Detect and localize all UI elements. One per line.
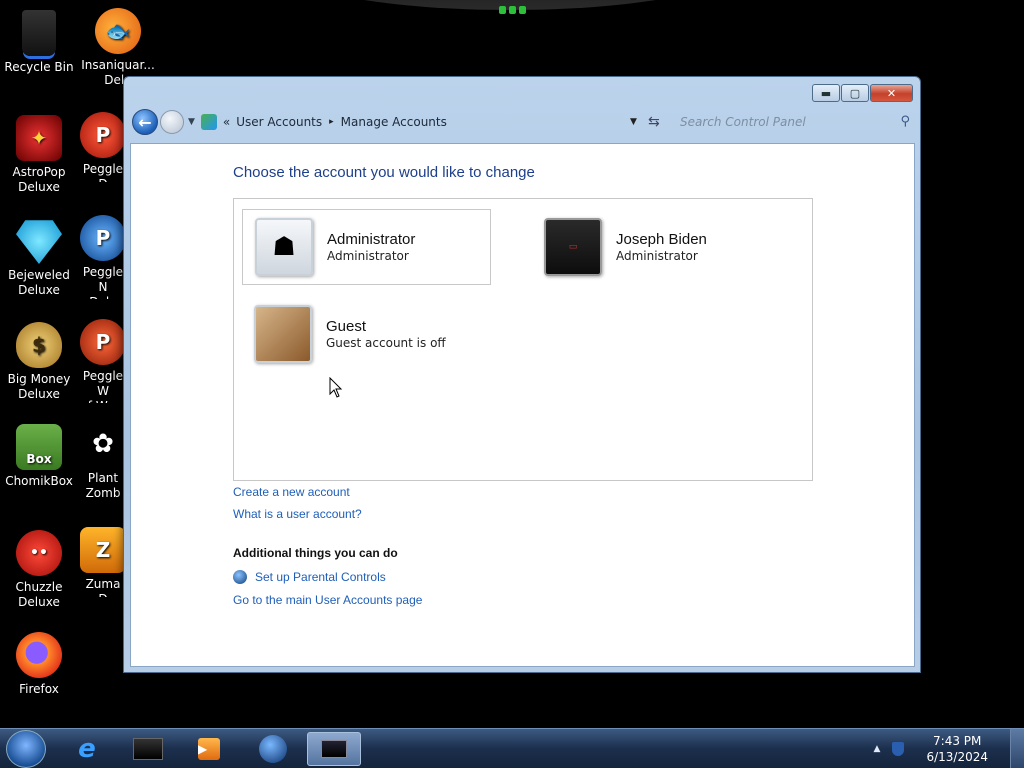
briefcase-avatar-icon xyxy=(254,305,312,363)
address-bar[interactable]: « User Accounts ▸ Manage Accounts xyxy=(200,110,701,134)
diamond-icon xyxy=(16,220,62,264)
breadcrumb-separator-icon[interactable]: ▸ xyxy=(329,117,334,127)
control-panel-icon xyxy=(200,114,217,130)
flower-icon: ✿ xyxy=(92,428,114,459)
parental-controls-link[interactable]: Set up Parental Controls xyxy=(255,570,386,584)
desktop-icon-chuzzle[interactable]: •• Chuzzle Deluxe xyxy=(1,530,77,610)
hamster-icon: Box xyxy=(16,424,62,470)
minimize-button[interactable]: ▬ xyxy=(812,84,840,102)
desktop-icon-label: Big Money Deluxe xyxy=(7,372,71,401)
desktop-icon-label: Recycle Bin xyxy=(4,60,74,74)
window-controls: ▬ ▢ ✕ xyxy=(812,84,913,102)
recent-pages-dropdown[interactable]: ▼ xyxy=(188,117,195,127)
robot-avatar-icon: ☗ xyxy=(255,218,313,276)
desktop-icon-peggle-deluxe[interactable]: P Peggle D xyxy=(80,112,126,182)
desktop-icon-label: Peggle N Delu xyxy=(82,265,124,299)
account-name: Joseph Biden xyxy=(616,231,707,248)
astropop-icon: ✦ xyxy=(16,115,62,161)
security-shield-icon[interactable] xyxy=(892,742,905,756)
chuzzle-icon: •• xyxy=(16,530,62,576)
clock-time: 7:43 PM xyxy=(933,734,982,748)
account-tile-guest[interactable]: Guest Guest account is off xyxy=(242,296,491,372)
forward-button[interactable] xyxy=(160,110,184,134)
peggle-world-icon: P xyxy=(80,319,126,365)
refresh-icon[interactable]: ⇆ xyxy=(648,114,660,130)
desktop-icon-peggle-world[interactable]: P Peggle W of Warc xyxy=(80,319,126,403)
mouse-cursor-icon xyxy=(329,377,343,398)
desktop-icon-label: Peggle W of Warc xyxy=(80,369,125,403)
main-user-accounts-link[interactable]: Go to the main User Accounts page xyxy=(233,593,422,607)
breadcrumb-manage-accounts[interactable]: Manage Accounts xyxy=(341,115,447,129)
desktop-icon-big-money[interactable]: $ Big Money Deluxe xyxy=(1,322,77,402)
account-name: Administrator xyxy=(327,231,416,248)
desktop-icon-chomikbox[interactable]: Box ChomikBox xyxy=(1,424,77,489)
globe-app-icon[interactable] xyxy=(246,732,300,766)
page-title: Choose the account you would like to cha… xyxy=(233,164,535,181)
desktop-icon-label: Zuma D xyxy=(85,577,121,597)
close-button[interactable]: ✕ xyxy=(870,84,913,102)
desktop-icon-label: ChomikBox xyxy=(5,474,73,488)
clock-date: 6/13/2024 xyxy=(926,750,988,764)
desktop-icon-label: Chuzzle Deluxe xyxy=(15,580,63,609)
account-role: Administrator xyxy=(616,249,698,263)
account-role: Guest account is off xyxy=(326,336,446,350)
account-role: Administrator xyxy=(327,249,409,263)
system-tray: ▲ 7:43 PM 6/13/2024 xyxy=(874,729,1024,768)
account-tile-joseph-biden[interactable]: ▭ Joseph Biden Administrator xyxy=(532,209,781,285)
search-input[interactable]: Search Control Panel xyxy=(680,115,806,129)
top-led-indicator xyxy=(497,6,527,16)
additional-things-heading: Additional things you can do xyxy=(233,546,398,560)
account-name: Guest xyxy=(326,318,367,335)
back-button[interactable]: ← xyxy=(132,109,158,135)
address-dropdown-icon[interactable]: ▼ xyxy=(630,117,637,127)
what-is-user-account-link[interactable]: What is a user account? xyxy=(233,507,362,521)
control-panel-taskbar-button[interactable] xyxy=(307,732,361,766)
money-bag-icon: $ xyxy=(16,322,62,368)
media-player-icon[interactable]: ▶ xyxy=(182,732,236,766)
desktop-icon-zuma-deluxe[interactable]: Z Zuma D xyxy=(80,527,126,597)
desktop-icon-label: Firefox xyxy=(19,682,59,696)
peggle-nights-icon: P xyxy=(80,215,126,261)
breadcrumb-user-accounts[interactable]: User Accounts xyxy=(236,115,322,129)
clock[interactable]: 7:43 PM 6/13/2024 xyxy=(926,733,988,765)
desktop-icon-label: Peggle D xyxy=(82,162,124,182)
navigation-bar: ← ▼ « User Accounts ▸ Manage Accounts ▼ … xyxy=(132,107,912,137)
recycle-bin-icon xyxy=(22,10,56,56)
goldfish-icon: 🐟 xyxy=(95,8,141,54)
accounts-list: ☗ Administrator Administrator ▭ Joseph B… xyxy=(233,198,813,481)
content-pane: Choose the account you would like to cha… xyxy=(130,143,915,667)
desktop-icon-recycle-bin[interactable]: Recycle Bin xyxy=(1,10,77,75)
parental-controls-globe-icon xyxy=(233,570,247,584)
taskbar: e ▶ ▲ 7:43 PM 6/13/2024 xyxy=(0,728,1024,768)
desktop-icon-label: AstroPop Deluxe xyxy=(12,165,66,194)
dark-avatar-icon: ▭ xyxy=(544,218,602,276)
desktop-icon-firefox[interactable]: Firefox xyxy=(1,632,77,697)
search-box[interactable]: Search Control Panel ⚲ xyxy=(672,110,914,134)
desktop-icon-peggle-nights[interactable]: P Peggle N Delu xyxy=(80,215,126,299)
show-hidden-icons-icon[interactable]: ▲ xyxy=(874,744,881,754)
desktop-icon-astropop[interactable]: ✦ AstroPop Deluxe xyxy=(1,115,77,195)
peggle-icon: P xyxy=(80,112,126,158)
account-tile-administrator[interactable]: ☗ Administrator Administrator xyxy=(242,209,491,285)
maximize-button[interactable]: ▢ xyxy=(841,84,869,102)
internet-explorer-icon[interactable]: e xyxy=(60,732,114,766)
start-button[interactable] xyxy=(6,730,46,768)
firefox-icon xyxy=(16,632,62,678)
user-accounts-window: ▬ ▢ ✕ ← ▼ « User Accounts ▸ Manage Accou… xyxy=(123,76,921,673)
media-center-icon[interactable] xyxy=(121,732,175,766)
desktop-icon-label: Plant Zomb xyxy=(85,471,121,500)
zuma-icon: Z xyxy=(80,527,126,573)
parental-controls-row[interactable]: Set up Parental Controls xyxy=(233,570,386,584)
desktop-icon-plants-zombies[interactable]: ✿ Plant Zomb xyxy=(80,421,126,505)
desktop-icon-label: Bejeweled Deluxe xyxy=(8,268,70,297)
show-desktop-button[interactable] xyxy=(1010,729,1024,768)
desktop-icon-bejeweled[interactable]: Bejeweled Deluxe xyxy=(1,218,77,298)
search-icon[interactable]: ⚲ xyxy=(900,114,910,129)
create-account-link[interactable]: Create a new account xyxy=(233,485,350,499)
breadcrumb-overflow[interactable]: « xyxy=(223,115,230,129)
